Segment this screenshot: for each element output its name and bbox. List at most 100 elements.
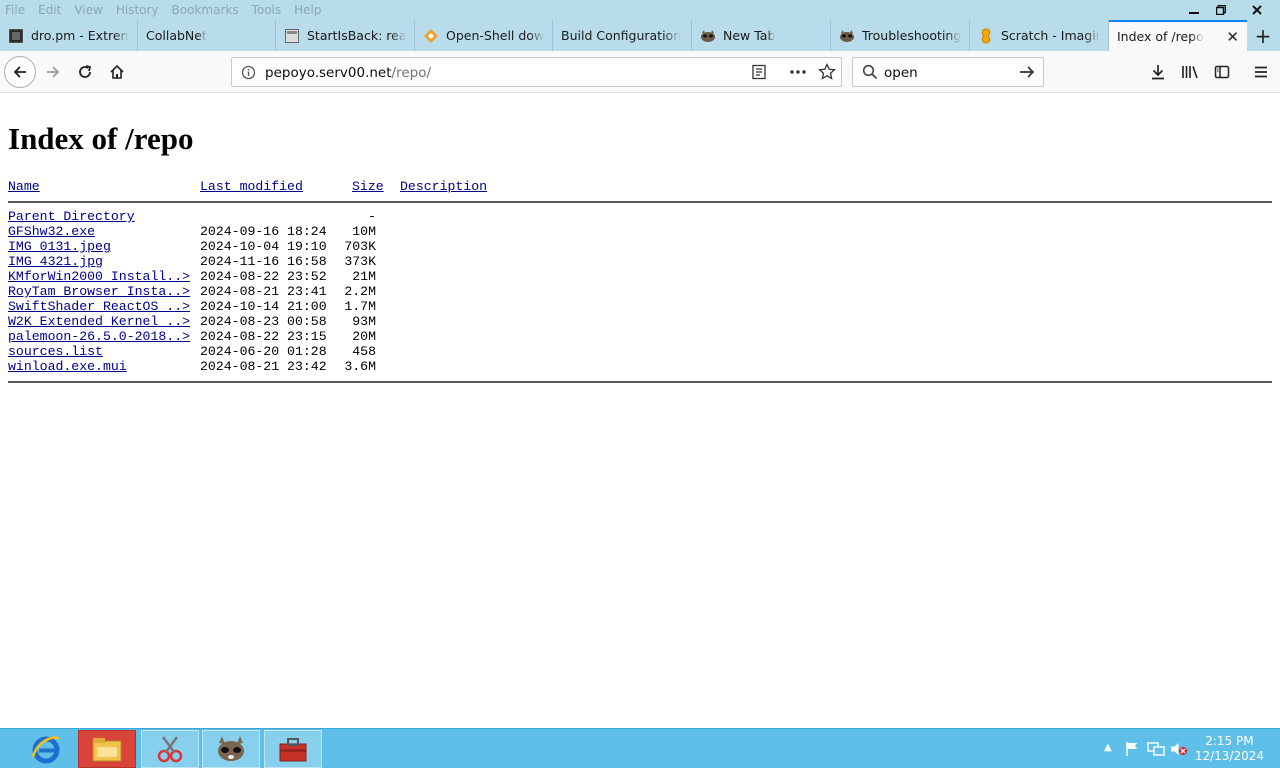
page-title: Index of /repo: [8, 121, 194, 156]
menu-button[interactable]: [1246, 57, 1276, 87]
url-path: /repo/: [391, 65, 432, 81]
show-hidden-icons-icon[interactable]: ▲: [1104, 742, 1112, 753]
file-link[interactable]: IMG 4321.jpg: [8, 254, 103, 269]
bookmark-star-icon[interactable]: [818, 62, 836, 85]
menu-history[interactable]: History: [116, 3, 159, 17]
url-text: pepoyo.serv00.net/repo/: [265, 65, 431, 81]
file-explorer-icon: [92, 738, 122, 762]
restore-button[interactable]: [1207, 0, 1234, 20]
scratch-icon: [978, 27, 994, 44]
arrow-left-icon: [13, 66, 26, 78]
column-header-size[interactable]: Size: [352, 179, 384, 194]
tab-open-shell[interactable]: Open-Shell downl: [415, 20, 553, 51]
tab-scratch[interactable]: Scratch - Imagine: [970, 20, 1109, 51]
page-actions-icon[interactable]: [789, 64, 807, 84]
network-icon[interactable]: [1147, 741, 1165, 761]
search-bar[interactable]: [852, 57, 1044, 87]
tab-index-of-repo[interactable]: Index of /repo ✕: [1109, 20, 1247, 51]
file-date: 2024-10-04 19:10: [200, 239, 327, 254]
menu-bookmarks[interactable]: Bookmarks: [172, 3, 239, 17]
search-icon: [862, 64, 878, 84]
info-icon[interactable]: [241, 65, 256, 84]
divider: [8, 201, 1272, 203]
new-tab-button[interactable]: +: [1247, 20, 1279, 51]
parent-directory-link[interactable]: Parent Directory: [8, 209, 135, 224]
file-date: 2024-06-20 01:28: [200, 344, 327, 359]
tab-dro-pm[interactable]: dro.pm - Extremel: [0, 20, 138, 51]
menu-view[interactable]: View: [74, 3, 102, 17]
home-button[interactable]: [102, 57, 132, 87]
taskbar-toolbox[interactable]: [264, 730, 322, 768]
search-go-button[interactable]: [1019, 64, 1035, 84]
arrow-right-icon: [47, 66, 60, 78]
snipping-tool-icon: [157, 736, 183, 763]
file-date: 2024-08-22 23:15: [200, 329, 327, 344]
toolbox-icon: [279, 738, 307, 762]
library-icon: [1182, 66, 1198, 79]
reload-button[interactable]: [70, 57, 100, 87]
menu-bar: File Edit View History Bookmarks Tools H…: [0, 0, 335, 20]
close-window-button[interactable]: [1234, 0, 1280, 20]
tab-build-configuration[interactable]: Build Configuration: [553, 20, 692, 51]
taskbar-file-explorer[interactable]: [78, 730, 136, 768]
file-link[interactable]: winload.exe.mui: [8, 359, 127, 374]
file-size: 10M: [352, 224, 376, 239]
menu-edit[interactable]: Edit: [38, 3, 61, 17]
file-size: 2.2M: [344, 284, 376, 299]
url-bar[interactable]: pepoyo.serv00.net/repo/: [231, 57, 842, 87]
reader-view-icon[interactable]: [751, 64, 767, 84]
file-size: 703K: [344, 239, 376, 254]
action-center-flag-icon[interactable]: [1124, 741, 1140, 761]
file-link[interactable]: sources.list: [8, 344, 103, 359]
page-icon: [284, 28, 300, 44]
file-size: 373K: [344, 254, 376, 269]
close-icon: [1252, 5, 1262, 15]
close-tab-icon[interactable]: ✕: [1226, 28, 1239, 46]
home-icon: [110, 64, 124, 79]
clock-time: 2:15 PM: [1205, 734, 1254, 748]
file-link[interactable]: RoyTam Browser Insta..>: [8, 284, 190, 299]
title-bar: File Edit View History Bookmarks Tools H…: [0, 0, 1280, 20]
restore-icon: [1215, 5, 1226, 15]
page-content: Index of /repo Name Last modified Size D…: [0, 111, 1280, 728]
file-link[interactable]: GFShw32.exe: [8, 224, 95, 239]
tab-startisback[interactable]: StartIsBack: real st: [276, 20, 415, 51]
tab-collabnet[interactable]: CollabNet: [138, 20, 276, 51]
library-button[interactable]: [1175, 57, 1205, 87]
tab-new-tab[interactable]: New Tab: [692, 20, 831, 51]
file-link[interactable]: W2K Extended Kernel ..>: [8, 314, 190, 329]
plus-icon: +: [1254, 23, 1272, 48]
file-size: 3.6M: [344, 359, 376, 374]
minimize-button[interactable]: [1180, 0, 1207, 20]
column-header-description[interactable]: Description: [400, 179, 487, 194]
file-link[interactable]: KMforWin2000 Install..>: [8, 269, 190, 284]
taskbar-ie[interactable]: [17, 730, 75, 768]
sidebar-button[interactable]: [1207, 57, 1237, 87]
column-header-last-modified[interactable]: Last modified: [200, 179, 303, 194]
back-button[interactable]: [4, 56, 36, 88]
file-date: 2024-08-23 00:58: [200, 314, 327, 329]
file-size: 21M: [352, 269, 376, 284]
clock[interactable]: 2:15 PM 12/13/2024: [1195, 734, 1264, 764]
menu-help[interactable]: Help: [294, 3, 321, 17]
tab-troubleshooting[interactable]: Troubleshooting: [831, 20, 970, 51]
file-date: 2024-08-21 23:41: [200, 284, 327, 299]
volume-muted-icon[interactable]: [1170, 741, 1188, 761]
taskbar-snipping-tool[interactable]: [141, 730, 199, 768]
column-header-name[interactable]: Name: [8, 179, 40, 194]
menu-file[interactable]: File: [5, 3, 25, 17]
file-link[interactable]: palemoon-26.5.0-2018..>: [8, 329, 190, 344]
page-icon: [8, 28, 24, 44]
taskbar-browser[interactable]: [202, 730, 260, 768]
forward-button[interactable]: [38, 57, 68, 87]
file-link[interactable]: IMG 0131.jpeg: [8, 239, 111, 254]
browser-window: File Edit View History Bookmarks Tools H…: [0, 0, 1280, 728]
file-link[interactable]: SwiftShader ReactOS ..>: [8, 299, 190, 314]
downloads-button[interactable]: [1143, 57, 1173, 87]
clock-date: 12/13/2024: [1194, 749, 1264, 763]
search-input[interactable]: [884, 63, 1014, 82]
file-date: 2024-08-21 23:42: [200, 359, 327, 374]
menu-tools[interactable]: Tools: [252, 3, 282, 17]
file-date: 2024-11-16 16:58: [200, 254, 327, 269]
file-date: 2024-08-22 23:52: [200, 269, 327, 284]
